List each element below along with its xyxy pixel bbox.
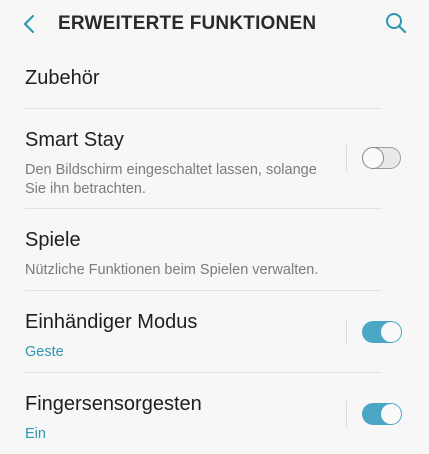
toggle-knob <box>380 403 402 425</box>
list-item-spiele[interactable]: Spiele Nützliche Funktionen beim Spielen… <box>25 209 382 291</box>
back-button[interactable] <box>16 10 44 38</box>
app-bar: ERWEITERTE FUNKTIONEN <box>0 0 429 50</box>
toggle-knob <box>361 146 384 169</box>
list-item-title: Fingersensorgesten <box>25 393 202 415</box>
search-button[interactable] <box>382 9 410 37</box>
list-item-title: Spiele <box>25 229 81 251</box>
vertical-divider <box>346 319 347 345</box>
list-item-subtitle: Den Bildschirm eingeschaltet lassen, sol… <box>25 162 317 197</box>
toggle-knob <box>380 321 402 343</box>
chevron-left-icon <box>23 14 35 34</box>
list-item-smart-stay[interactable]: Smart Stay Den Bildschirm eingeschaltet … <box>25 109 401 209</box>
list-item-title: Einhändiger Modus <box>25 311 198 333</box>
list-item-subtitle: Geste <box>25 344 64 360</box>
list-item-subtitle: Nützliche Funktionen beim Spielen verwal… <box>25 262 319 278</box>
vertical-divider <box>346 145 347 171</box>
einhaendiger-modus-toggle[interactable] <box>362 321 402 343</box>
list-item-title: Smart Stay <box>25 129 124 151</box>
fingersensorgesten-toggle[interactable] <box>362 403 402 425</box>
list-item-title: Zubehör <box>25 67 100 89</box>
search-icon <box>386 13 407 34</box>
page-title: ERWEITERTE FUNKTIONEN <box>58 13 317 34</box>
list-item-einhaendiger-modus[interactable]: Einhändiger Modus Geste <box>25 291 402 373</box>
smart-stay-toggle[interactable] <box>361 146 401 169</box>
vertical-divider <box>346 401 347 427</box>
settings-list: Zubehör Smart Stay Den Bildschirm einges… <box>0 50 429 454</box>
list-item-zubehoer[interactable]: Zubehör <box>25 50 382 109</box>
list-item-fingersensorgesten[interactable]: Fingersensorgesten Ein <box>25 373 402 454</box>
list-item-subtitle: Ein <box>25 426 46 442</box>
